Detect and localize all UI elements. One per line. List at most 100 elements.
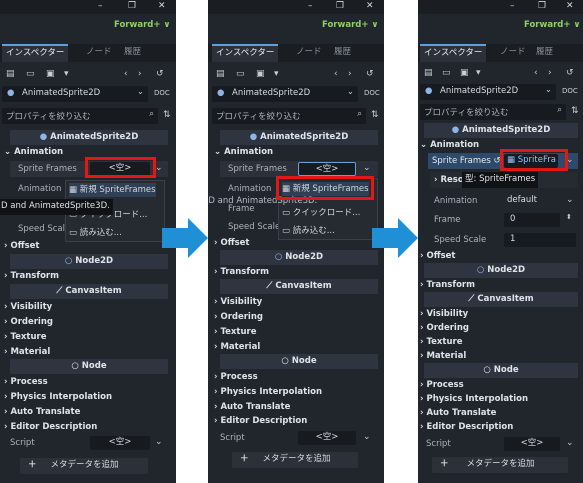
section-ordering[interactable]: › Ordering — [420, 321, 469, 335]
section-editor-description[interactable]: › Editor Description — [420, 420, 513, 434]
object-history-icon[interactable]: ↺ — [566, 68, 574, 78]
frame-value[interactable]: 0 — [504, 213, 560, 227]
add-metadata-button[interactable]: ＋ メタデータを追加 — [232, 452, 358, 468]
minimize-button[interactable]: – — [98, 0, 103, 13]
minimize-button[interactable]: – — [308, 0, 313, 13]
tab-inspector[interactable]: インスペクター — [420, 44, 487, 62]
close-button[interactable]: ✕ — [158, 0, 166, 13]
section-editor-description[interactable]: › Editor Description — [4, 420, 97, 434]
section-physics-interpolation[interactable]: › Physics Interpolation — [214, 385, 322, 399]
filter-settings-icon[interactable]: ⇅ — [371, 110, 379, 120]
section-ordering[interactable]: › Ordering — [4, 315, 53, 329]
section-physics-interpolation[interactable]: › Physics Interpolation — [4, 390, 112, 404]
menu-item-load[interactable]: ▭ 読み込む... — [282, 224, 335, 238]
tab-history[interactable]: 履歴 — [330, 44, 355, 62]
tab-node[interactable]: ノード — [292, 44, 326, 62]
restore-button[interactable]: ❐ — [128, 0, 136, 13]
script-value[interactable]: <空> — [298, 431, 356, 445]
section-visibility[interactable]: › Visibility — [4, 300, 52, 314]
section-transform[interactable]: › Transform — [4, 269, 59, 283]
chevron-down-icon[interactable]: ⌄ — [363, 432, 371, 442]
tab-node[interactable]: ノード — [82, 44, 116, 62]
resource-menu-icon[interactable]: ▾ — [64, 69, 69, 79]
section-animation[interactable]: ⌄ Animation — [4, 145, 63, 159]
history-forward-icon[interactable]: › — [548, 68, 552, 78]
section-offset[interactable]: › Offset — [4, 239, 39, 253]
tab-history[interactable]: 履歴 — [532, 44, 557, 62]
doc-icon[interactable]: DOC — [562, 87, 578, 95]
doc-icon[interactable]: DOC — [364, 89, 380, 97]
section-process[interactable]: › Process — [420, 378, 464, 392]
section-texture[interactable]: › Texture — [420, 335, 462, 349]
close-button[interactable]: ✕ — [566, 0, 574, 13]
new-resource-icon[interactable]: ▤ — [424, 68, 433, 78]
filter-settings-icon[interactable]: ⇅ — [571, 106, 579, 116]
open-folder-icon[interactable]: ▭ — [442, 68, 451, 78]
section-texture[interactable]: › Texture — [4, 330, 46, 344]
section-visibility[interactable]: › Visibility — [420, 307, 468, 321]
section-offset[interactable]: › Offset — [214, 236, 249, 250]
history-back-icon[interactable]: ‹ — [334, 69, 338, 79]
section-physics-interpolation[interactable]: › Physics Interpolation — [420, 392, 528, 406]
section-material[interactable]: › Material — [4, 345, 50, 359]
menu-item-load[interactable]: ▭ 読み込む... — [69, 226, 122, 240]
history-back-icon[interactable]: ‹ — [124, 69, 128, 79]
object-history-icon[interactable]: ↺ — [156, 69, 164, 79]
object-history-icon[interactable]: ↺ — [366, 69, 374, 79]
resource-menu-icon[interactable]: ▾ — [476, 68, 481, 78]
open-folder-icon[interactable]: ▭ — [26, 69, 35, 79]
tab-history[interactable]: 履歴 — [120, 44, 145, 62]
section-editor-description[interactable]: › Editor Description — [214, 414, 307, 428]
section-material[interactable]: › Material — [420, 349, 466, 363]
renderer-selector[interactable]: Forward+ ∨ — [322, 20, 378, 30]
speed-scale-value[interactable]: 1 — [504, 233, 576, 247]
close-button[interactable]: ✕ — [366, 0, 374, 13]
section-visibility[interactable]: › Visibility — [214, 295, 262, 309]
object-selector[interactable]: ● AnimatedSprite2D ⌄ — [420, 84, 556, 100]
new-resource-icon[interactable]: ▤ — [216, 69, 225, 79]
section-animation[interactable]: ⌄ Animation — [420, 138, 479, 152]
section-texture[interactable]: › Texture — [214, 325, 256, 339]
chevron-down-icon[interactable]: ⌄ — [155, 437, 163, 447]
save-icon[interactable]: ▣ — [460, 68, 469, 78]
sprite-frames-value[interactable]: <空> — [298, 162, 356, 176]
section-animation[interactable]: ⌄ Animation — [214, 145, 273, 159]
renderer-selector[interactable]: Forward+ ∨ — [524, 20, 580, 30]
restore-button[interactable]: ❐ — [336, 0, 344, 13]
chevron-down-icon[interactable]: ⌄ — [566, 195, 574, 205]
chevron-down-icon[interactable]: ⌄ — [155, 163, 163, 173]
section-process[interactable]: › Process — [4, 375, 48, 389]
save-icon[interactable]: ▣ — [256, 69, 265, 79]
resource-menu-icon[interactable]: ▾ — [274, 69, 279, 79]
property-filter[interactable]: プロパティを絞り込む ⌕ — [420, 104, 566, 120]
chevron-down-icon[interactable]: ⌄ — [566, 438, 574, 448]
script-value[interactable]: <空> — [504, 437, 560, 451]
history-back-icon[interactable]: ‹ — [534, 68, 538, 78]
section-process[interactable]: › Process — [214, 370, 258, 384]
filter-settings-icon[interactable]: ⇅ — [163, 110, 171, 120]
section-auto-translate[interactable]: › Auto Translate — [4, 405, 80, 419]
property-filter[interactable]: プロパティを絞り込む ⌕ — [212, 108, 366, 124]
tab-inspector[interactable]: インスペクター — [2, 44, 69, 62]
add-metadata-button[interactable]: ＋ メタデータを追加 — [432, 457, 568, 473]
section-offset[interactable]: › Offset — [420, 249, 455, 263]
object-selector[interactable]: ● AnimatedSprite2D ⌄ — [212, 86, 358, 102]
section-material[interactable]: › Material — [214, 340, 260, 354]
history-forward-icon[interactable]: › — [138, 69, 142, 79]
section-ordering[interactable]: › Ordering — [214, 310, 263, 324]
chevron-down-icon[interactable]: ⌄ — [363, 163, 371, 173]
menu-item-new-spriteframes[interactable]: ▦ 新規 SpriteFrames — [69, 183, 156, 197]
section-auto-translate[interactable]: › Auto Translate — [420, 406, 496, 420]
object-selector[interactable]: ● AnimatedSprite2D ⌄ — [2, 86, 148, 102]
animation-value[interactable]: default — [504, 194, 558, 208]
doc-icon[interactable]: DOC — [154, 89, 170, 97]
minimize-button[interactable]: – — [510, 0, 515, 13]
add-metadata-button[interactable]: ＋ メタデータを追加 — [20, 458, 148, 474]
new-resource-icon[interactable]: ▤ — [6, 69, 15, 79]
restore-button[interactable]: ❐ — [538, 0, 546, 13]
history-forward-icon[interactable]: › — [348, 69, 352, 79]
save-icon[interactable]: ▣ — [46, 69, 55, 79]
tab-inspector[interactable]: インスペクター — [212, 44, 279, 62]
section-transform[interactable]: › Transform — [420, 278, 475, 292]
section-auto-translate[interactable]: › Auto Translate — [214, 400, 290, 414]
